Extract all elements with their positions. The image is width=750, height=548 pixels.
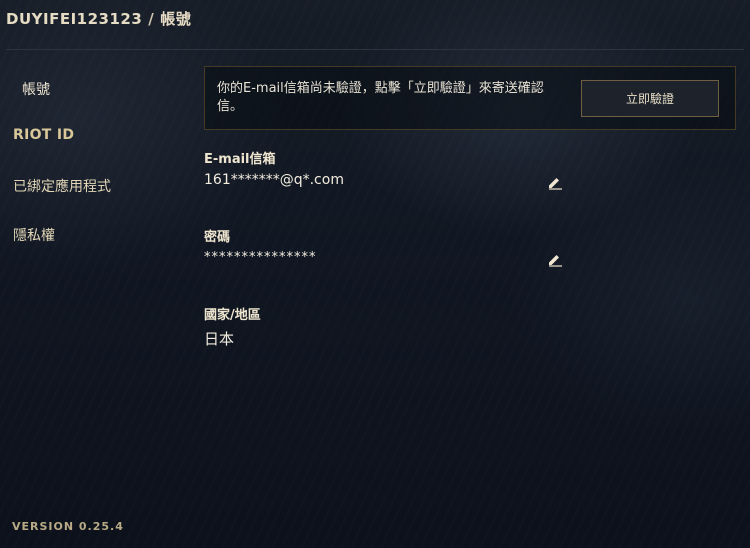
edit-email-pencil-icon[interactable] [547,174,563,190]
version-label: VERSION 0.25.4 [12,520,124,533]
sidebar-item-privacy[interactable]: 隱私權 [13,225,55,245]
edit-password-pencil-icon[interactable] [547,251,563,267]
breadcrumb: DUYIFEI123123 / 帳號 [6,8,191,34]
email-label: E-mail信箱 [204,152,276,167]
header-divider [6,49,744,50]
region-value: 日本 [204,330,235,348]
email-verification-notice: 你的E-mail信箱尚未驗證，點擊「立即驗證」來寄送確認信。 立即驗證 [204,66,736,130]
password-value: *************** [204,250,317,265]
breadcrumb-username: DUYIFEI123123 [6,10,143,28]
email-value: 161*******@q*.com [204,172,344,188]
verify-now-button[interactable]: 立即驗證 [581,80,719,117]
region-label: 國家/地區 [204,308,261,323]
sidebar-item-riot-id[interactable]: RIOT ID [13,127,74,143]
breadcrumb-section: 帳號 [160,10,192,28]
password-label: 密碼 [204,230,231,245]
notice-text: 你的E-mail信箱尚未驗證，點擊「立即驗證」來寄送確認信。 [217,81,544,114]
breadcrumb-separator: / [148,10,155,28]
sidebar-item-account[interactable]: 帳號 [22,79,50,99]
sidebar-item-connected-apps[interactable]: 已綁定應用程式 [13,176,111,196]
